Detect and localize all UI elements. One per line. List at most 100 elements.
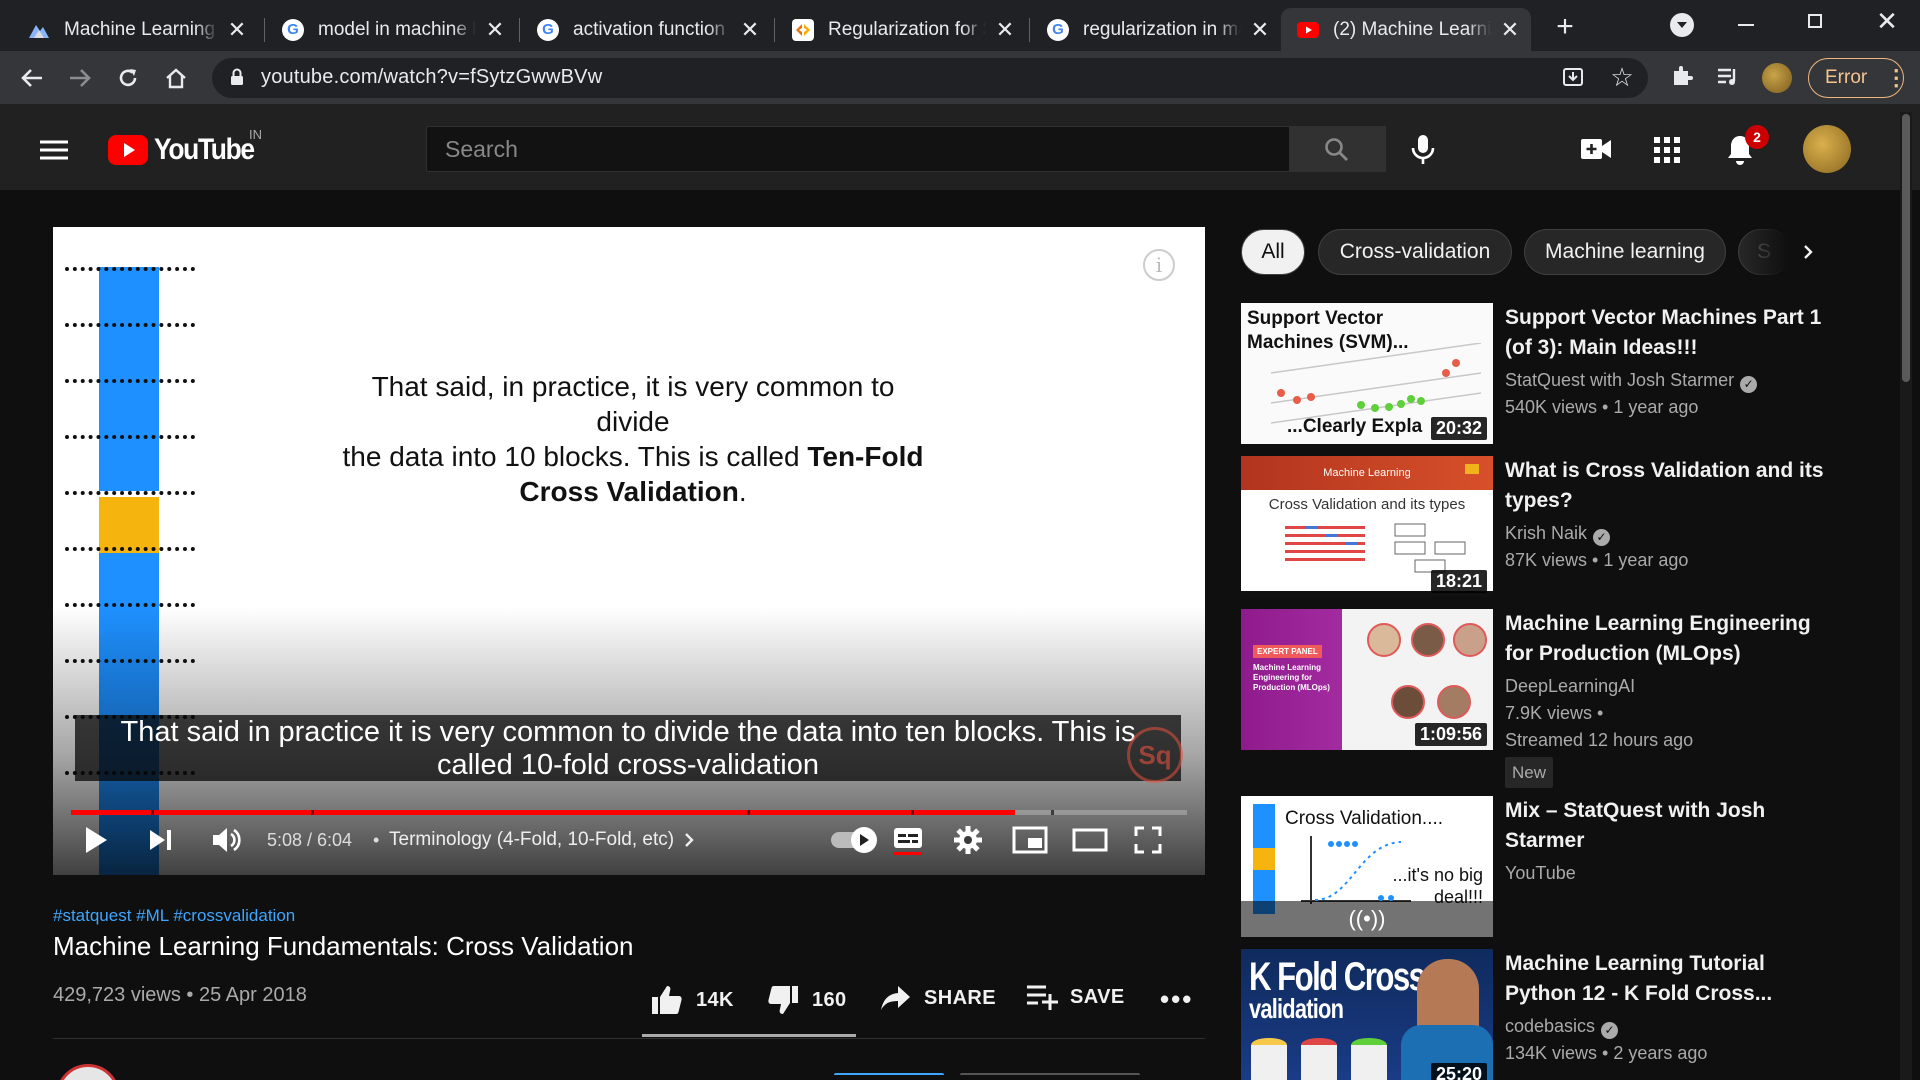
- browser-tab-2[interactable]: G model in machine le ✕: [266, 8, 516, 51]
- slide-bold-2: Cross Validation: [519, 476, 739, 507]
- close-tab-icon[interactable]: ✕: [994, 17, 1016, 43]
- close-tab-icon[interactable]: ✕: [1249, 17, 1271, 43]
- play-icon[interactable]: [79, 823, 113, 857]
- progress-bar[interactable]: [71, 810, 1187, 815]
- back-icon[interactable]: [16, 62, 48, 94]
- rec-title[interactable]: Support Vector Machines Part 1 (of 3): M…: [1505, 303, 1835, 363]
- recommendation-item[interactable]: Machine Learning Cross Validation and it…: [1241, 456, 1891, 598]
- rec-title[interactable]: What is Cross Validation and its types?: [1505, 456, 1835, 516]
- close-tab-icon[interactable]: ✕: [484, 17, 506, 43]
- profile-avatar[interactable]: [1762, 63, 1792, 93]
- speaker-photo: [1453, 623, 1487, 657]
- like-button[interactable]: 14K: [650, 984, 734, 1016]
- hamburger-menu-icon[interactable]: [40, 139, 68, 161]
- recommendation-item[interactable]: Support Vector Machines (SVM)... ...Clea…: [1241, 303, 1891, 445]
- more-actions-icon[interactable]: •••: [1160, 984, 1193, 1015]
- tab-title: Machine Learning In: [64, 18, 218, 40]
- recommendation-item[interactable]: EXPERT PANEL Machine Learning Engineerin…: [1241, 609, 1891, 789]
- presenter-photo: [1417, 959, 1479, 1035]
- page-scrollbar-thumb[interactable]: [1902, 114, 1910, 382]
- recommendation-item[interactable]: K Fold Cross validation 25:20 Machine Le…: [1241, 949, 1891, 1080]
- caption-line-2: called 10-fold cross-validation: [436, 749, 820, 781]
- chapter-chevron-icon[interactable]: [679, 823, 699, 857]
- media-control-icon[interactable]: [1716, 66, 1740, 88]
- chip-next-chevron-icon[interactable]: [1796, 240, 1820, 264]
- thumbnail-badge: EXPERT PANEL: [1253, 645, 1322, 658]
- thumbnail-subtitle: validation: [1249, 993, 1344, 1024]
- duration: 25:20: [1430, 1063, 1487, 1080]
- apps-grid-icon[interactable]: [1654, 137, 1680, 163]
- thumbnail-subtitle: Machine Learning Engineering for Product…: [1253, 663, 1330, 692]
- thumbnail[interactable]: Support Vector Machines (SVM)... ...Clea…: [1241, 303, 1493, 444]
- install-app-icon[interactable]: [1562, 66, 1584, 88]
- rec-title[interactable]: Machine Learning Engineering for Product…: [1505, 609, 1835, 669]
- close-window-icon[interactable]: ✕: [1872, 6, 1902, 36]
- save-button[interactable]: SAVE: [1026, 984, 1125, 1010]
- bullet-separator: •: [373, 829, 380, 850]
- microphone-icon[interactable]: [1410, 134, 1436, 166]
- rec-channel[interactable]: Krish Naik ✓: [1505, 520, 1611, 547]
- autoplay-toggle[interactable]: [829, 823, 877, 857]
- search-input[interactable]: [426, 126, 1290, 172]
- url-text[interactable]: youtube.com/watch?v=fSytzGwwBVw: [261, 66, 602, 89]
- bookmark-star-icon[interactable]: ☆: [1608, 62, 1636, 92]
- thumbnail[interactable]: Machine Learning Cross Validation and it…: [1241, 456, 1493, 597]
- settings-gear-icon[interactable]: [951, 823, 985, 857]
- rec-channel[interactable]: DeepLearningAI: [1505, 673, 1635, 700]
- create-video-icon[interactable]: [1580, 138, 1612, 160]
- channel-watermark[interactable]: Sq: [1127, 727, 1183, 783]
- chapter-title[interactable]: Terminology (4-Fold, 10-Fold, etc): [389, 823, 674, 857]
- rec-title[interactable]: Machine Learning Tutorial Python 12 - K …: [1505, 949, 1835, 1009]
- channel-avatar[interactable]: [56, 1064, 120, 1080]
- reload-icon[interactable]: [112, 62, 144, 94]
- volume-icon[interactable]: [209, 823, 245, 857]
- chip-all[interactable]: All: [1241, 229, 1305, 275]
- video-hashtags[interactable]: #statquest #ML #crossvalidation: [53, 906, 295, 926]
- youtube-logo[interactable]: YouTube: [108, 133, 267, 167]
- close-tab-icon[interactable]: ✕: [226, 17, 248, 43]
- tab-search-icon[interactable]: [1670, 13, 1694, 37]
- rec-channel[interactable]: codebasics ✓: [1505, 1013, 1619, 1040]
- browser-tab-4[interactable]: Regularization for S ✕: [776, 8, 1026, 51]
- close-tab-icon[interactable]: ✕: [1499, 17, 1521, 43]
- rec-title[interactable]: Mix – StatQuest with Josh Starmer: [1505, 796, 1835, 856]
- next-video-icon[interactable]: [143, 823, 177, 857]
- info-card-icon[interactable]: i: [1143, 249, 1175, 281]
- fullscreen-icon[interactable]: [1131, 823, 1165, 857]
- subscribed-button-edge[interactable]: [960, 1073, 1140, 1080]
- browser-tab-1[interactable]: Machine Learning In ✕: [12, 8, 258, 51]
- minimize-icon[interactable]: [1738, 24, 1754, 26]
- chip-cross-validation[interactable]: Cross-validation: [1318, 229, 1512, 275]
- thumbnail[interactable]: EXPERT PANEL Machine Learning Engineerin…: [1241, 609, 1493, 750]
- thumbnail[interactable]: Cross Validation.... ...it's no big deal…: [1241, 796, 1493, 937]
- thumbnail[interactable]: K Fold Cross validation 25:20: [1241, 949, 1493, 1080]
- share-button[interactable]: SHARE: [880, 984, 996, 1012]
- google-icon: G: [537, 18, 559, 41]
- new-tab-icon[interactable]: +: [1548, 10, 1582, 44]
- join-button-edge[interactable]: [834, 1073, 944, 1080]
- browser-tab-5[interactable]: G regularization in ma ✕: [1031, 8, 1281, 51]
- lock-icon[interactable]: [230, 68, 244, 86]
- browser-tab-3[interactable]: G activation function i ✕: [521, 8, 771, 51]
- subtitles-icon[interactable]: [891, 823, 925, 857]
- close-tab-icon[interactable]: ✕: [739, 17, 761, 43]
- forward-icon[interactable]: [64, 62, 96, 94]
- extensions-icon[interactable]: [1670, 64, 1694, 88]
- search-icon: [1324, 137, 1350, 163]
- error-button[interactable]: Error ⋮: [1808, 58, 1907, 98]
- speaker-photo: [1367, 623, 1401, 657]
- youtube-wordmark: YouTube: [154, 133, 255, 166]
- verified-check-icon: ✓: [1740, 376, 1758, 393]
- recommendation-item[interactable]: Cross Validation.... ...it's no big deal…: [1241, 796, 1891, 938]
- dislike-button[interactable]: 160: [766, 984, 847, 1016]
- video-player[interactable]: That said, in practice, it is very commo…: [53, 227, 1205, 875]
- home-icon[interactable]: [160, 62, 192, 94]
- restore-icon[interactable]: [1808, 14, 1822, 28]
- rec-channel[interactable]: StatQuest with Josh Starmer ✓: [1505, 367, 1758, 394]
- theater-mode-icon[interactable]: [1071, 823, 1109, 857]
- miniplayer-icon[interactable]: [1011, 823, 1049, 857]
- account-avatar[interactable]: [1803, 125, 1851, 173]
- chip-machine-learning[interactable]: Machine learning: [1524, 229, 1726, 275]
- browser-tab-6-active[interactable]: (2) Machine Learnin ✕: [1281, 8, 1531, 51]
- like-count: 14K: [696, 988, 734, 1011]
